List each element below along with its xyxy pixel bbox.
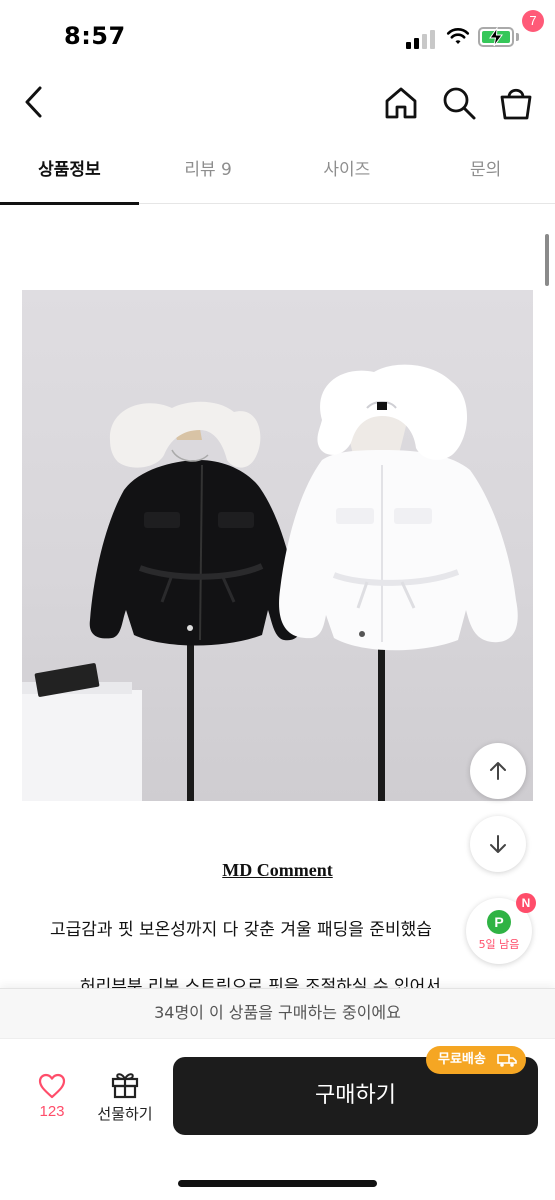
back-button[interactable] (18, 82, 54, 122)
arrow-down-icon (490, 835, 506, 853)
tab-reviews[interactable]: 리뷰 9 (139, 140, 278, 203)
buyers-count-banner: 34명이 이 상품을 구매하는 중이에요 (0, 988, 555, 1038)
scroll-top-button[interactable] (470, 743, 526, 799)
point-days-left: 5일 남음 (478, 938, 520, 951)
cart-button[interactable] (496, 84, 536, 122)
search-icon (443, 87, 476, 120)
battery-cap (516, 33, 519, 41)
gift-icon (111, 1073, 139, 1099)
product-tabs: 상품정보 리뷰 9 사이즈 문의 (0, 140, 555, 205)
home-indicator[interactable] (178, 1180, 377, 1187)
tab-size[interactable]: 사이즈 (278, 140, 417, 203)
arrow-up-icon (490, 762, 506, 780)
top-navigation (0, 70, 555, 136)
status-time: 8:57 (64, 22, 126, 50)
comment-title: MD Comment (222, 860, 333, 880)
charging-bolt-icon (489, 27, 503, 47)
truck-icon (497, 1054, 517, 1067)
cart-icon (500, 88, 532, 120)
free-shipping-badge: 무료배송 (426, 1046, 526, 1074)
wifi-icon (446, 28, 470, 44)
point-icon: P (487, 910, 511, 934)
like-button[interactable]: 123 (28, 1071, 76, 1131)
back-icon (25, 86, 42, 118)
scroll-bottom-button[interactable] (470, 816, 526, 872)
gift-button[interactable]: 선물하기 (90, 1069, 160, 1131)
tab-product-info[interactable]: 상품정보 (0, 140, 139, 205)
padded-jackets-photo (22, 364, 518, 801)
cart-count-badge: 7 (522, 10, 544, 32)
search-button[interactable] (440, 84, 478, 122)
home-button[interactable] (382, 84, 420, 122)
product-image (22, 290, 533, 801)
like-count: 123 (39, 1103, 65, 1120)
status-bar: 8:57 (0, 0, 555, 70)
gift-label: 선물하기 (97, 1105, 153, 1123)
tab-inquiry[interactable]: 문의 (416, 140, 555, 203)
scrollbar-thumb[interactable] (545, 234, 549, 286)
heart-icon (38, 1073, 66, 1099)
home-icon (385, 87, 417, 119)
new-badge: N (516, 893, 536, 913)
cellular-signal-icon (406, 30, 435, 49)
free-shipping-label: 무료배송 (438, 1052, 486, 1067)
